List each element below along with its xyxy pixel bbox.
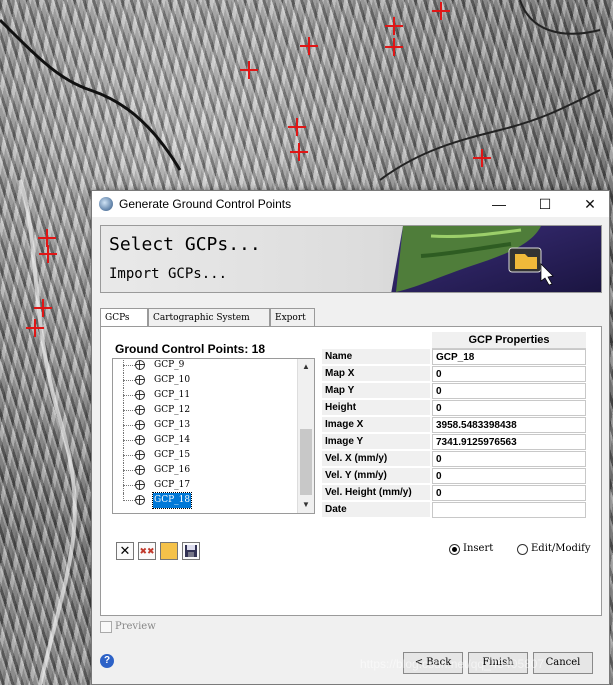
gcp-node-icon — [135, 465, 145, 475]
prop-row-image-x: Image X 3958.5483398438 — [322, 417, 586, 434]
gcp-node-icon — [135, 405, 145, 415]
prop-row-map-x: Map X0 — [322, 366, 586, 383]
watermark-text: https://blog.csdn.net/qq_45405807 — [360, 657, 545, 671]
gcp-count-heading: Ground Control Points: 18 — [115, 342, 265, 356]
gcp-node-icon — [135, 450, 145, 460]
delete-icon[interactable]: ✕ — [116, 542, 134, 560]
prop-row-name: Name GCP_18 — [322, 349, 586, 366]
scroll-thumb[interactable] — [300, 429, 312, 495]
gcp-marker[interactable] — [300, 37, 318, 55]
tree-item[interactable]: GCP_9 — [113, 359, 298, 373]
minimize-button[interactable]: — — [477, 191, 521, 217]
radio-checked-icon — [449, 544, 460, 555]
tab-export[interactable]: Export — [270, 308, 315, 326]
gcp-marker[interactable] — [288, 118, 306, 136]
banner-map-illustration — [391, 226, 601, 292]
prop-value-map-y[interactable]: 0 — [432, 383, 586, 399]
tree-item[interactable]: GCP_11 — [113, 388, 298, 403]
gcp-marker[interactable] — [432, 2, 450, 20]
gcp-marker[interactable] — [34, 299, 52, 317]
tab-cartographic-system[interactable]: Cartographic System — [148, 308, 270, 326]
tab-gcps[interactable]: GCPs — [100, 308, 148, 327]
save-icon[interactable] — [182, 542, 200, 560]
prop-value-vel-height[interactable]: 0 — [432, 485, 586, 501]
tree-item[interactable]: GCP_17 — [113, 478, 298, 493]
prop-row-image-y: Image Y 7341.9125976563 — [322, 434, 586, 451]
gcp-node-icon — [135, 420, 145, 430]
gcps-tab-panel: Ground Control Points: 18 GCP_9 GCP_10 G… — [100, 326, 602, 616]
gcp-marker[interactable] — [385, 17, 403, 35]
tree-item[interactable]: GCP_16 — [113, 463, 298, 478]
prop-value-height[interactable]: 0 — [432, 400, 586, 416]
gcp-node-icon — [135, 375, 145, 385]
gcp-tree-list[interactable]: GCP_9 GCP_10 GCP_11 GCP_12 GCP_13 GCP_14… — [112, 358, 315, 514]
gcp-marker[interactable] — [290, 143, 308, 161]
close-button[interactable]: ✕ — [568, 191, 612, 217]
prop-row-vel-height: Vel. Height (mm/y) 0 — [322, 485, 586, 502]
banner-import-gcps: Import GCPs... — [109, 266, 228, 282]
banner-select-gcps: Select GCPs... — [109, 234, 261, 255]
help-icon[interactable]: ? — [100, 654, 114, 668]
gcp-node-icon — [135, 480, 145, 490]
gcp-marker[interactable] — [385, 38, 403, 56]
gcp-node-icon — [135, 390, 145, 400]
gcp-marker[interactable] — [26, 319, 44, 337]
scroll-up-arrow-icon[interactable]: ▲ — [298, 359, 314, 375]
gcp-node-icon — [135, 435, 145, 445]
delete-all-icon[interactable]: ✖✖ — [138, 542, 156, 560]
prop-row-vel-y: Vel. Y (mm/y) 0 — [322, 468, 586, 485]
prop-row-vel-x: Vel. X (mm/y) 0 — [322, 451, 586, 468]
prop-value-vel-x[interactable]: 0 — [432, 451, 586, 467]
gcp-marker[interactable] — [240, 61, 258, 79]
gcp-node-icon — [135, 360, 145, 370]
scroll-down-arrow-icon[interactable]: ▼ — [298, 497, 314, 513]
tree-item[interactable]: GCP_12 — [113, 403, 298, 418]
prop-value-image-x[interactable]: 3958.5483398438 — [432, 417, 586, 433]
prop-row-height: Height 0 — [322, 400, 586, 417]
tree-item[interactable]: GCP_10 — [113, 373, 298, 388]
tree-item[interactable]: GCP_13 — [113, 418, 298, 433]
gcp-marker[interactable] — [473, 149, 491, 167]
gcp-node-icon — [135, 495, 145, 505]
gcp-marker[interactable] — [39, 245, 57, 263]
prop-value-date[interactable] — [432, 502, 586, 518]
prop-value-vel-y[interactable]: 0 — [432, 468, 586, 484]
prop-value-name[interactable]: GCP_18 — [432, 349, 586, 365]
prop-row-date: Date — [322, 502, 586, 519]
checkbox-icon[interactable] — [100, 621, 112, 633]
prop-value-image-y[interactable]: 7341.9125976563 — [432, 434, 586, 450]
tree-item[interactable]: GCP_14 — [113, 433, 298, 448]
window-title: Generate Ground Control Points — [119, 197, 292, 211]
gcp-properties-header: GCP Properties — [432, 332, 586, 349]
tree-item[interactable]: GCP_15 — [113, 448, 298, 463]
title-bar[interactable]: Generate Ground Control Points — ☐ ✕ — [92, 191, 609, 217]
app-icon — [99, 197, 113, 211]
generate-gcp-dialog: Generate Ground Control Points — ☐ ✕ Sel… — [91, 190, 610, 685]
radio-unchecked-icon — [517, 544, 528, 555]
wizard-banner: Select GCPs... Import GCPs... — [100, 225, 602, 293]
prop-value-map-x[interactable]: 0 — [432, 366, 586, 382]
maximize-button[interactable]: ☐ — [523, 191, 567, 217]
tree-scrollbar[interactable]: ▲ ▼ — [297, 359, 314, 513]
open-folder-icon[interactable] — [160, 542, 178, 560]
prop-row-map-y: Map Y0 — [322, 383, 586, 400]
tree-item-selected[interactable]: GCP_18 — [113, 492, 298, 509]
